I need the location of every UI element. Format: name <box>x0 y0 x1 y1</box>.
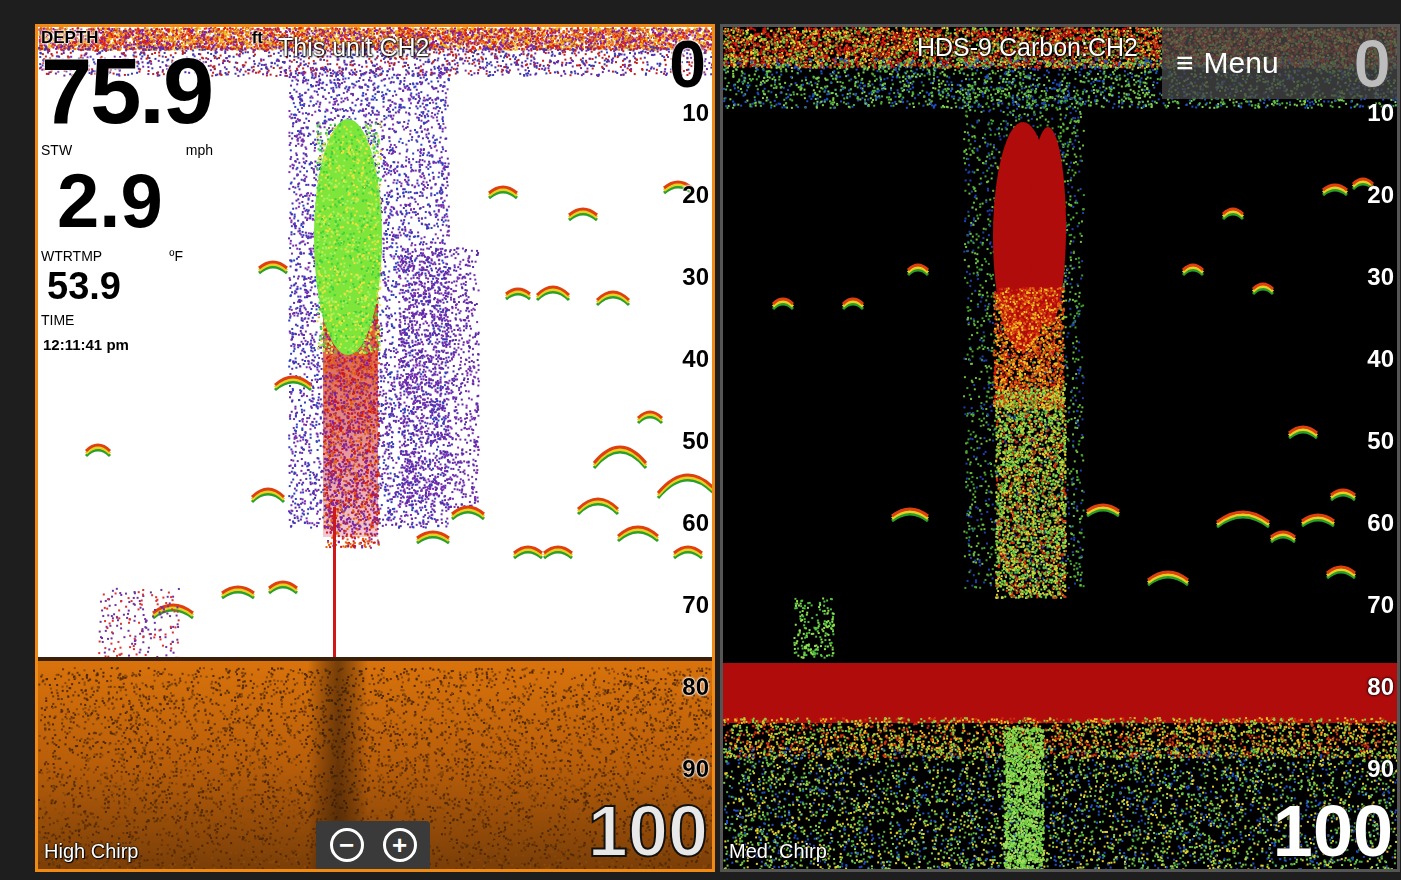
readout-header: STW mph <box>41 141 273 159</box>
depth-tick: 70 <box>682 593 709 675</box>
source-title: This unit CH2 <box>278 33 429 62</box>
zoom-out-button[interactable]: − <box>330 828 364 862</box>
readout-label: TIME <box>41 311 74 329</box>
sonar-echogram <box>38 27 712 869</box>
readout-value: 75.9 <box>41 45 273 137</box>
depth-tick: 50 <box>682 429 709 511</box>
readout: STW mph 2.9 <box>41 141 273 247</box>
depth-tick: 10 <box>1367 101 1394 183</box>
depth-tick: 80 <box>682 675 709 757</box>
readout-value: 12:11:41 pm <box>43 337 273 352</box>
depth-tick: 50 <box>1367 429 1394 511</box>
range-top: 0 <box>1353 29 1391 97</box>
depth-tick: 20 <box>682 183 709 265</box>
readout-value: 53.9 <box>47 267 273 305</box>
readout-label: STW <box>41 141 72 159</box>
source-title: HDS-9 Carbon:CH2 <box>917 33 1138 62</box>
readout: WTRTMP ºF 53.9 <box>41 247 273 311</box>
range-top: 0 <box>669 31 706 97</box>
depth-tick: 60 <box>1367 511 1394 593</box>
readout-value: 2.9 <box>57 163 273 239</box>
depth-tick: 40 <box>682 347 709 429</box>
range-bottom: 100 <box>588 795 708 867</box>
depth-scale: 102030405060708090 <box>1367 27 1394 839</box>
readout-header: WTRTMP ºF <box>41 247 273 265</box>
depth-tick: 20 <box>1367 183 1394 265</box>
readout-unit: ºF <box>169 247 183 265</box>
depth-tick: 70 <box>1367 593 1394 675</box>
depth-scale: 102030405060708090 <box>682 27 709 839</box>
readout: DEPTHft75.9 <box>41 29 273 141</box>
chirp-mode: Med. Chirp <box>729 840 827 863</box>
range-bottom: 100 <box>1273 795 1393 867</box>
sonar-panel[interactable]: HDS-9 Carbon:CH2 102030405060708090 ≡ Menu 0… <box>720 24 1400 872</box>
depth-tick: 60 <box>682 511 709 593</box>
chirp-mode: High Chirp <box>44 840 138 863</box>
readout-unit: ft <box>252 29 263 47</box>
readout-unit: mph <box>186 141 213 159</box>
menu-button[interactable]: ≡ Menu 0 <box>1162 27 1397 99</box>
readout-header: TIME <box>41 311 273 329</box>
sonar-echogram <box>723 27 1397 869</box>
readout: TIME 12:11:41 pm <box>41 311 273 352</box>
zoom-controls: −+ <box>316 821 430 869</box>
depth-tick: 80 <box>1367 675 1394 757</box>
readout-column: DEPTHft75.9STW mph 2.9 WTRTMP ºF 53.9 TIME 12:1… <box>41 29 273 352</box>
readout-label: WTRTMP <box>41 247 102 265</box>
depth-tick: 40 <box>1367 347 1394 429</box>
depth-tick: 30 <box>1367 265 1394 347</box>
sonar-split-view: This unit CH2DEPTHft75.9STW mph 2.9 WTRTMP º… <box>0 0 1401 880</box>
menu-label[interactable]: Menu <box>1204 46 1344 80</box>
menu-icon[interactable]: ≡ <box>1176 46 1194 80</box>
depth-tick: 30 <box>682 265 709 347</box>
zoom-in-button[interactable]: + <box>383 828 417 862</box>
sonar-panel[interactable]: This unit CH2DEPTHft75.9STW mph 2.9 WTRTMP º… <box>35 24 715 872</box>
depth-tick: 10 <box>682 101 709 183</box>
